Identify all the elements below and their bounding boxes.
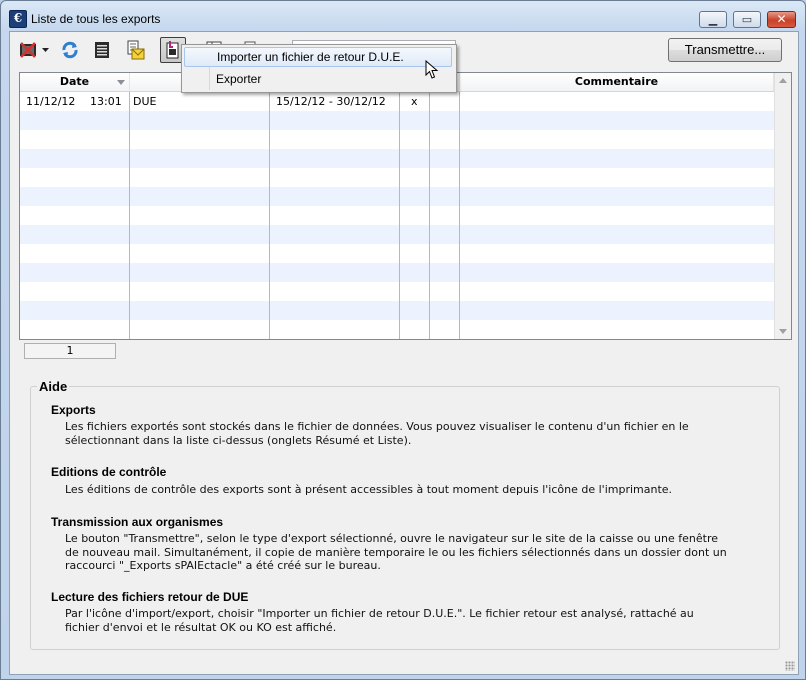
column-divider [129, 92, 130, 339]
refresh-icon [62, 41, 78, 59]
column-divider [429, 92, 430, 339]
dropdown-arrow-icon[interactable] [42, 48, 49, 53]
column-divider [399, 92, 400, 339]
close-icon: ✕ [776, 12, 787, 26]
import-export-menu: Importer un fichier de retour D.U.E. Exp… [181, 44, 457, 93]
transmit-button[interactable]: Transmettre... [668, 38, 782, 62]
column-divider [459, 92, 460, 339]
table-row[interactable] [20, 320, 774, 339]
cell-date: 11/12/12 [26, 95, 76, 108]
export-list-window: € Liste de tous les exports ▁ ▭ ✕ Transm… [0, 0, 806, 680]
help-title: Aide [37, 379, 70, 394]
table-row[interactable] [20, 111, 774, 130]
help-text-exports: Les fichiers exportés sont stockés dans … [65, 420, 689, 447]
column-header-date[interactable]: Date [20, 73, 130, 91]
help-heading-editions: Editions de contrôle [51, 465, 167, 479]
table-row[interactable] [20, 301, 774, 320]
help-text-due: Par l'icône d'import/export, choisir "Im… [65, 607, 694, 634]
print-icon [95, 42, 109, 58]
import-export-icon [166, 41, 179, 59]
mouse-cursor-icon [425, 60, 439, 79]
table-row[interactable] [20, 263, 774, 282]
table-row[interactable] [20, 225, 774, 244]
table-row[interactable]: 11/12/12 13:01 DUE 15/12/12 - 30/12/12 x [20, 92, 774, 111]
help-heading-due: Lecture des fichiers retour de DUE [51, 590, 249, 604]
table-row[interactable] [20, 149, 774, 168]
help-text-transmission: Le bouton "Transmettre", selon le type d… [65, 532, 727, 572]
table-row[interactable] [20, 244, 774, 263]
maximize-button[interactable]: ▭ [733, 11, 761, 28]
minimize-icon: ▁ [708, 13, 718, 26]
menu-item-import-due[interactable]: Importer un fichier de retour D.U.E. [184, 47, 452, 67]
help-text-editions: Les éditions de contrôle des exports son… [65, 483, 673, 496]
export-tools-button[interactable] [16, 37, 50, 63]
resize-grip-icon[interactable] [785, 661, 795, 671]
cell-type: DUE [133, 95, 157, 108]
window-title: Liste de tous les exports [31, 12, 161, 26]
table-row[interactable] [20, 168, 774, 187]
maximize-icon: ▭ [741, 13, 753, 26]
refresh-button[interactable] [58, 37, 84, 63]
cell-period: 15/12/12 - 30/12/12 [276, 95, 386, 108]
client-area: Transmettre... Date Commentaire 11/12/12… [9, 31, 799, 675]
help-heading-transmission: Transmission aux organismes [51, 515, 224, 529]
table-row[interactable] [20, 282, 774, 301]
menu-item-export[interactable]: Exporter [184, 69, 452, 89]
cell-flag: x [411, 95, 418, 108]
record-count: 1 [24, 343, 116, 359]
app-icon: € [9, 10, 27, 28]
close-button[interactable]: ✕ [767, 11, 796, 28]
table-row[interactable] [20, 187, 774, 206]
title-bar[interactable]: € Liste de tous les exports ▁ ▭ ✕ [1, 1, 805, 31]
table-row[interactable] [20, 130, 774, 149]
help-group: Aide Exports Les fichiers exportés sont … [30, 379, 780, 650]
grid-rows: 11/12/12 13:01 DUE 15/12/12 - 30/12/12 x [20, 92, 774, 338]
help-heading-exports: Exports [51, 403, 96, 417]
print-button[interactable] [90, 37, 116, 63]
column-header-comment[interactable]: Commentaire [460, 73, 774, 91]
vertical-scrollbar[interactable] [774, 73, 791, 339]
column-divider [269, 92, 270, 339]
minimize-button[interactable]: ▁ [699, 11, 727, 28]
export-tools-icon [20, 42, 36, 58]
exports-grid[interactable]: Date Commentaire 11/12/12 13:01 DUE 15/12/1… [19, 72, 792, 340]
scroll-up-icon[interactable] [779, 78, 787, 83]
cell-time: 13:01 [90, 95, 122, 108]
mail-icon [127, 40, 145, 60]
mail-button[interactable] [122, 37, 150, 63]
sort-descending-icon [117, 80, 125, 85]
table-row[interactable] [20, 206, 774, 225]
scroll-down-icon[interactable] [779, 329, 787, 334]
